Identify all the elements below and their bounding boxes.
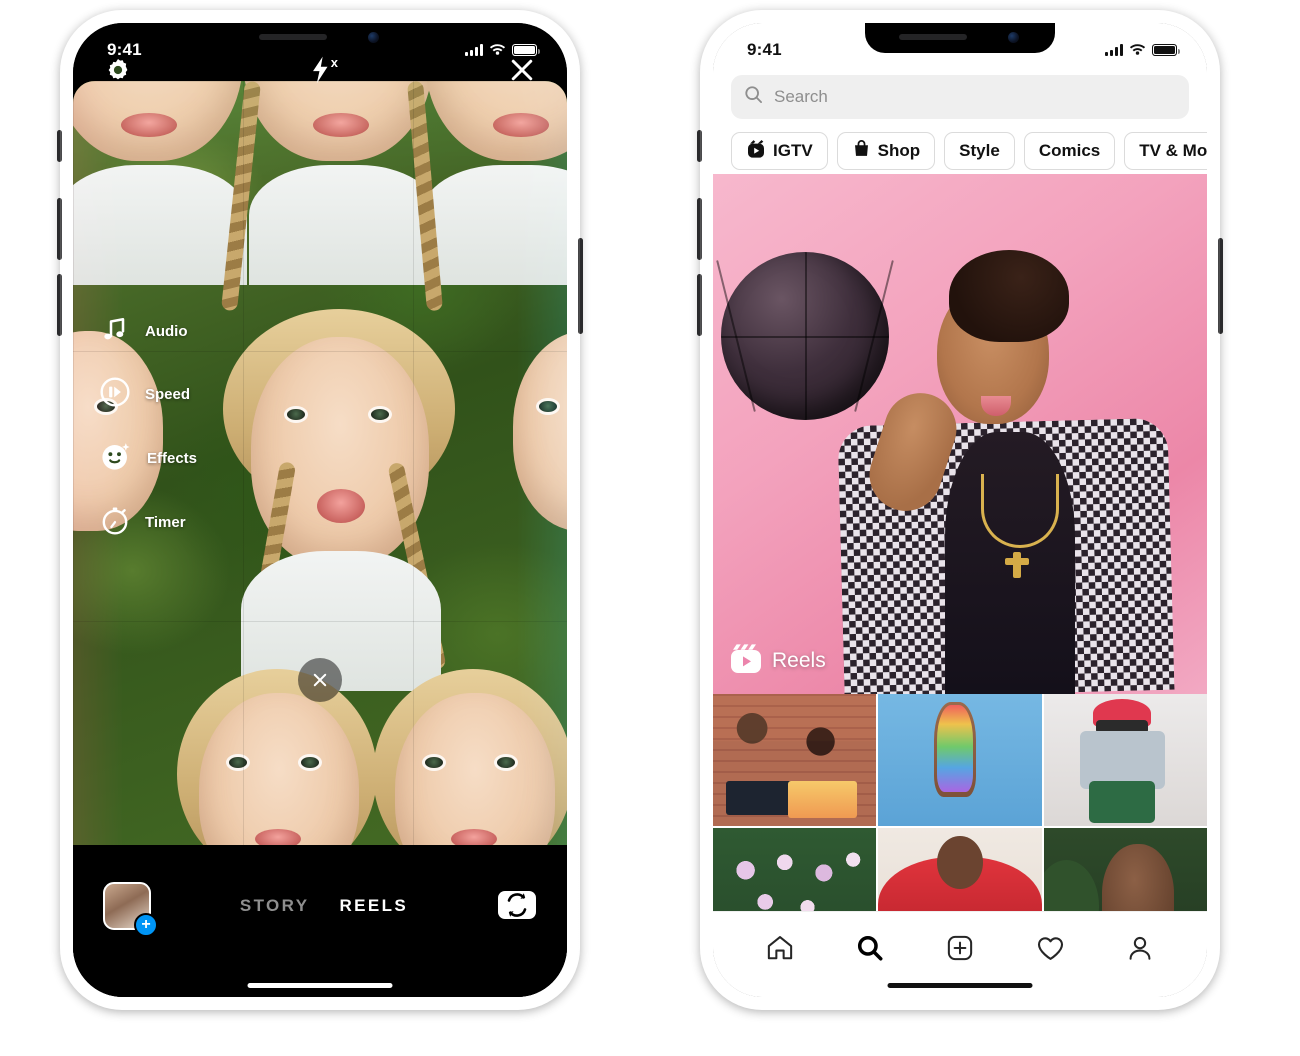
camera-tools-menu: Audio Speed Effects Timer bbox=[99, 313, 197, 541]
volume-down-button[interactable] bbox=[57, 274, 62, 336]
phone-screen-right: Search IGTV Shop Style Comics TV & Mo Re… bbox=[713, 23, 1207, 997]
signal-bars-icon bbox=[1105, 44, 1123, 56]
tool-label: Audio bbox=[145, 323, 188, 340]
status-time: 9:41 bbox=[107, 40, 142, 59]
device-notch bbox=[865, 23, 1055, 53]
shopping-bag-icon bbox=[852, 139, 871, 163]
phone-screen-left: x Audio Speed Effects Timer + STORY REEL… bbox=[73, 23, 567, 997]
tool-speed[interactable]: Speed bbox=[99, 376, 197, 413]
tool-audio[interactable]: Audio bbox=[99, 313, 197, 350]
person-hair bbox=[949, 250, 1069, 342]
chip-label: Shop bbox=[877, 141, 921, 160]
battery-full-icon bbox=[512, 44, 540, 56]
grid-item-4[interactable] bbox=[713, 828, 877, 911]
phone-device-left: x Audio Speed Effects Timer + STORY REEL… bbox=[57, 10, 583, 1010]
gallery-thumbnail[interactable]: + bbox=[103, 882, 158, 937]
tool-effects[interactable]: Effects bbox=[99, 439, 197, 478]
grid-item-5[interactable] bbox=[878, 828, 1042, 911]
power-button[interactable] bbox=[1218, 238, 1223, 334]
home-indicator[interactable] bbox=[247, 983, 393, 988]
speed-play-icon bbox=[99, 376, 131, 413]
hero-reel-card[interactable]: Reels bbox=[713, 174, 1207, 694]
volume-down-button[interactable] bbox=[697, 274, 702, 336]
mute-switch[interactable] bbox=[697, 130, 702, 162]
battery-full-icon bbox=[1152, 44, 1180, 56]
volume-up-button[interactable] bbox=[57, 198, 62, 260]
status-time: 9:41 bbox=[747, 40, 782, 59]
chip-shop[interactable]: Shop bbox=[836, 132, 936, 170]
mode-tab-reels[interactable]: REELS bbox=[339, 896, 408, 916]
search-icon bbox=[744, 85, 763, 109]
front-camera bbox=[368, 32, 379, 43]
front-camera bbox=[1008, 32, 1019, 43]
tab-create[interactable] bbox=[936, 926, 984, 970]
search-placeholder: Search bbox=[774, 87, 828, 106]
smiley-sparkle-icon bbox=[99, 439, 133, 478]
reels-camera-screen: x Audio Speed Effects Timer + STORY REEL… bbox=[73, 23, 567, 997]
camera-mode-tabs: STORY REELS bbox=[151, 896, 497, 916]
volume-up-button[interactable] bbox=[697, 198, 702, 260]
tool-label: Timer bbox=[145, 514, 186, 531]
chip-igtv[interactable]: IGTV bbox=[731, 132, 828, 170]
chip-tv-and-movies[interactable]: TV & Movies bbox=[1124, 132, 1207, 170]
search-input[interactable]: Search bbox=[731, 75, 1189, 119]
grid-item-1[interactable] bbox=[713, 694, 877, 826]
explore-screen: Search IGTV Shop Style Comics TV & Mo Re… bbox=[713, 23, 1207, 997]
grid-item-6[interactable] bbox=[1043, 828, 1207, 911]
power-button[interactable] bbox=[578, 238, 583, 334]
wifi-icon bbox=[1129, 40, 1146, 60]
chip-comics[interactable]: Comics bbox=[1023, 132, 1116, 170]
home-indicator[interactable] bbox=[887, 983, 1033, 988]
camera-flip-icon[interactable] bbox=[497, 887, 537, 926]
igtv-icon bbox=[746, 139, 766, 164]
phone-device-right: Search IGTV Shop Style Comics TV & Mo Re… bbox=[697, 10, 1223, 1010]
tool-label: Speed bbox=[145, 386, 191, 403]
tool-timer[interactable]: Timer bbox=[99, 504, 197, 541]
tab-activity[interactable] bbox=[1026, 926, 1074, 970]
chip-label: Style bbox=[959, 141, 1000, 160]
reels-badge-label: Reels bbox=[772, 648, 826, 672]
camera-bottom-bar: + STORY REELS bbox=[73, 845, 567, 997]
tab-search[interactable] bbox=[846, 926, 894, 970]
explore-grid bbox=[713, 694, 1207, 911]
category-chips[interactable]: IGTV Shop Style Comics TV & Mo bbox=[713, 119, 1207, 174]
screenshot-canvas: x Audio Speed Effects Timer + STORY REEL… bbox=[0, 0, 1300, 1056]
basketball bbox=[716, 252, 894, 420]
reels-badge: Reels bbox=[729, 641, 826, 680]
reels-icon bbox=[729, 641, 763, 680]
mute-switch[interactable] bbox=[57, 130, 62, 162]
device-notch bbox=[225, 23, 415, 53]
tab-profile[interactable] bbox=[1116, 926, 1164, 970]
mode-tab-story[interactable]: STORY bbox=[240, 896, 310, 916]
add-media-badge[interactable]: + bbox=[134, 913, 158, 937]
chip-style[interactable]: Style bbox=[944, 132, 1015, 170]
wifi-icon bbox=[489, 40, 506, 60]
earpiece-speaker bbox=[259, 34, 327, 40]
status-indicators bbox=[1105, 40, 1180, 60]
tool-label: Effects bbox=[147, 450, 198, 467]
signal-bars-icon bbox=[465, 44, 483, 56]
chip-label: IGTV bbox=[773, 141, 813, 160]
clear-effect-button[interactable] bbox=[298, 658, 342, 702]
music-note-icon bbox=[99, 313, 131, 350]
tab-home[interactable] bbox=[756, 926, 804, 970]
grid-item-3[interactable] bbox=[1043, 694, 1207, 826]
chip-label: Comics bbox=[1038, 141, 1101, 160]
cross-pendant bbox=[1005, 552, 1029, 578]
chip-label: TV & Movies bbox=[1139, 141, 1207, 160]
timer-icon bbox=[99, 504, 131, 541]
status-indicators bbox=[465, 40, 540, 60]
earpiece-speaker bbox=[899, 34, 967, 40]
grid-item-2[interactable] bbox=[878, 694, 1042, 826]
close-icon bbox=[313, 673, 327, 687]
